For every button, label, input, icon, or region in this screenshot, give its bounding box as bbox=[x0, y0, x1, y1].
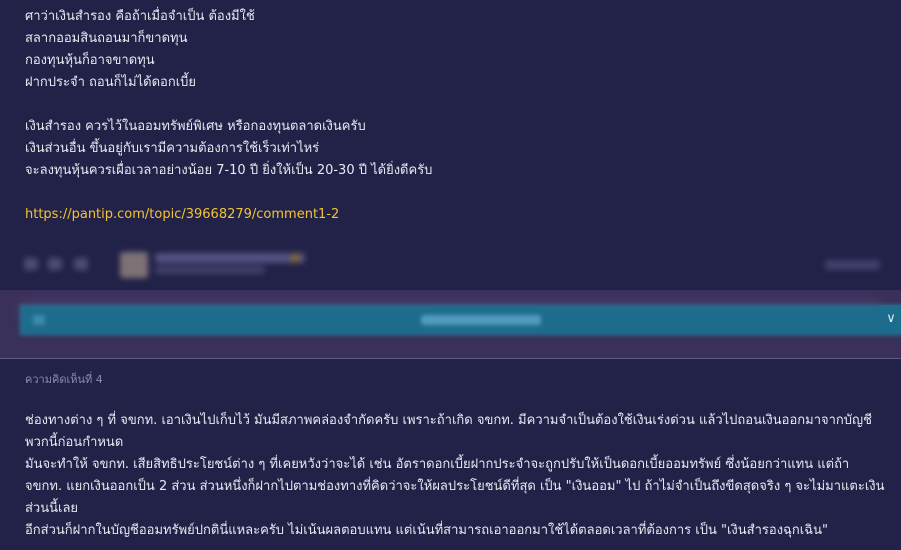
comment-paragraph: ช่องทางต่าง ๆ ที่ จขกท. เอาเงินไปเก็บไว้… bbox=[25, 413, 872, 450]
share-icon bbox=[74, 258, 88, 270]
comment-footer-blurred bbox=[20, 250, 880, 280]
comment-line: ศาว่าเงินสำรอง คือถ้าเมื่อจำเป็น ต้องมีใ… bbox=[25, 9, 255, 24]
author-name-blurred bbox=[155, 253, 305, 263]
comment-link[interactable]: https://pantip.com/topic/39668279/commen… bbox=[25, 205, 339, 225]
comment-line: สลากออมสินถอนมาก็ขาดทุน bbox=[25, 31, 188, 46]
comment-line: เงินส่วนอื่น ขึ้นอยู่กับเรามีความต้องการ… bbox=[25, 141, 320, 156]
comment-paragraph: อีกส่วนก็ฝากในบัญชีออมทรัพย์ปกตินี่แหละค… bbox=[25, 523, 828, 538]
comment-number: ความคิดเห็นที่ 4 bbox=[25, 373, 103, 386]
badge-icon bbox=[290, 253, 300, 263]
comment-line: กองทุนหุ้นก็อาจขาดทุน bbox=[25, 53, 155, 68]
timestamp-blurred bbox=[825, 260, 880, 270]
emotion-icon bbox=[48, 258, 62, 270]
avatar bbox=[120, 252, 148, 278]
reply-bar-blurred[interactable] bbox=[20, 305, 901, 335]
reply-icon bbox=[33, 315, 45, 325]
reply-label-blurred bbox=[421, 315, 541, 325]
comment-line: เงินสำรอง ควรไว้ในออมทรัพย์พิเศษ หรือกอง… bbox=[25, 119, 366, 134]
author-meta-blurred bbox=[155, 266, 265, 274]
comment-line: จะลงทุนหุ้นควรเผื่อเวลาอย่างน้อย 7-10 ปี… bbox=[25, 163, 433, 178]
comment-line: ฝากประจำ ถอนก็ไม่ได้ดอกเบี้ย bbox=[25, 75, 197, 90]
chevron-down-icon[interactable]: ∨ bbox=[881, 305, 901, 333]
comment-paragraph: มันจะทำให้ จขกท. เสียสิทธิประโยชน์ต่าง ๆ… bbox=[25, 457, 885, 516]
vote-icon bbox=[24, 258, 38, 270]
